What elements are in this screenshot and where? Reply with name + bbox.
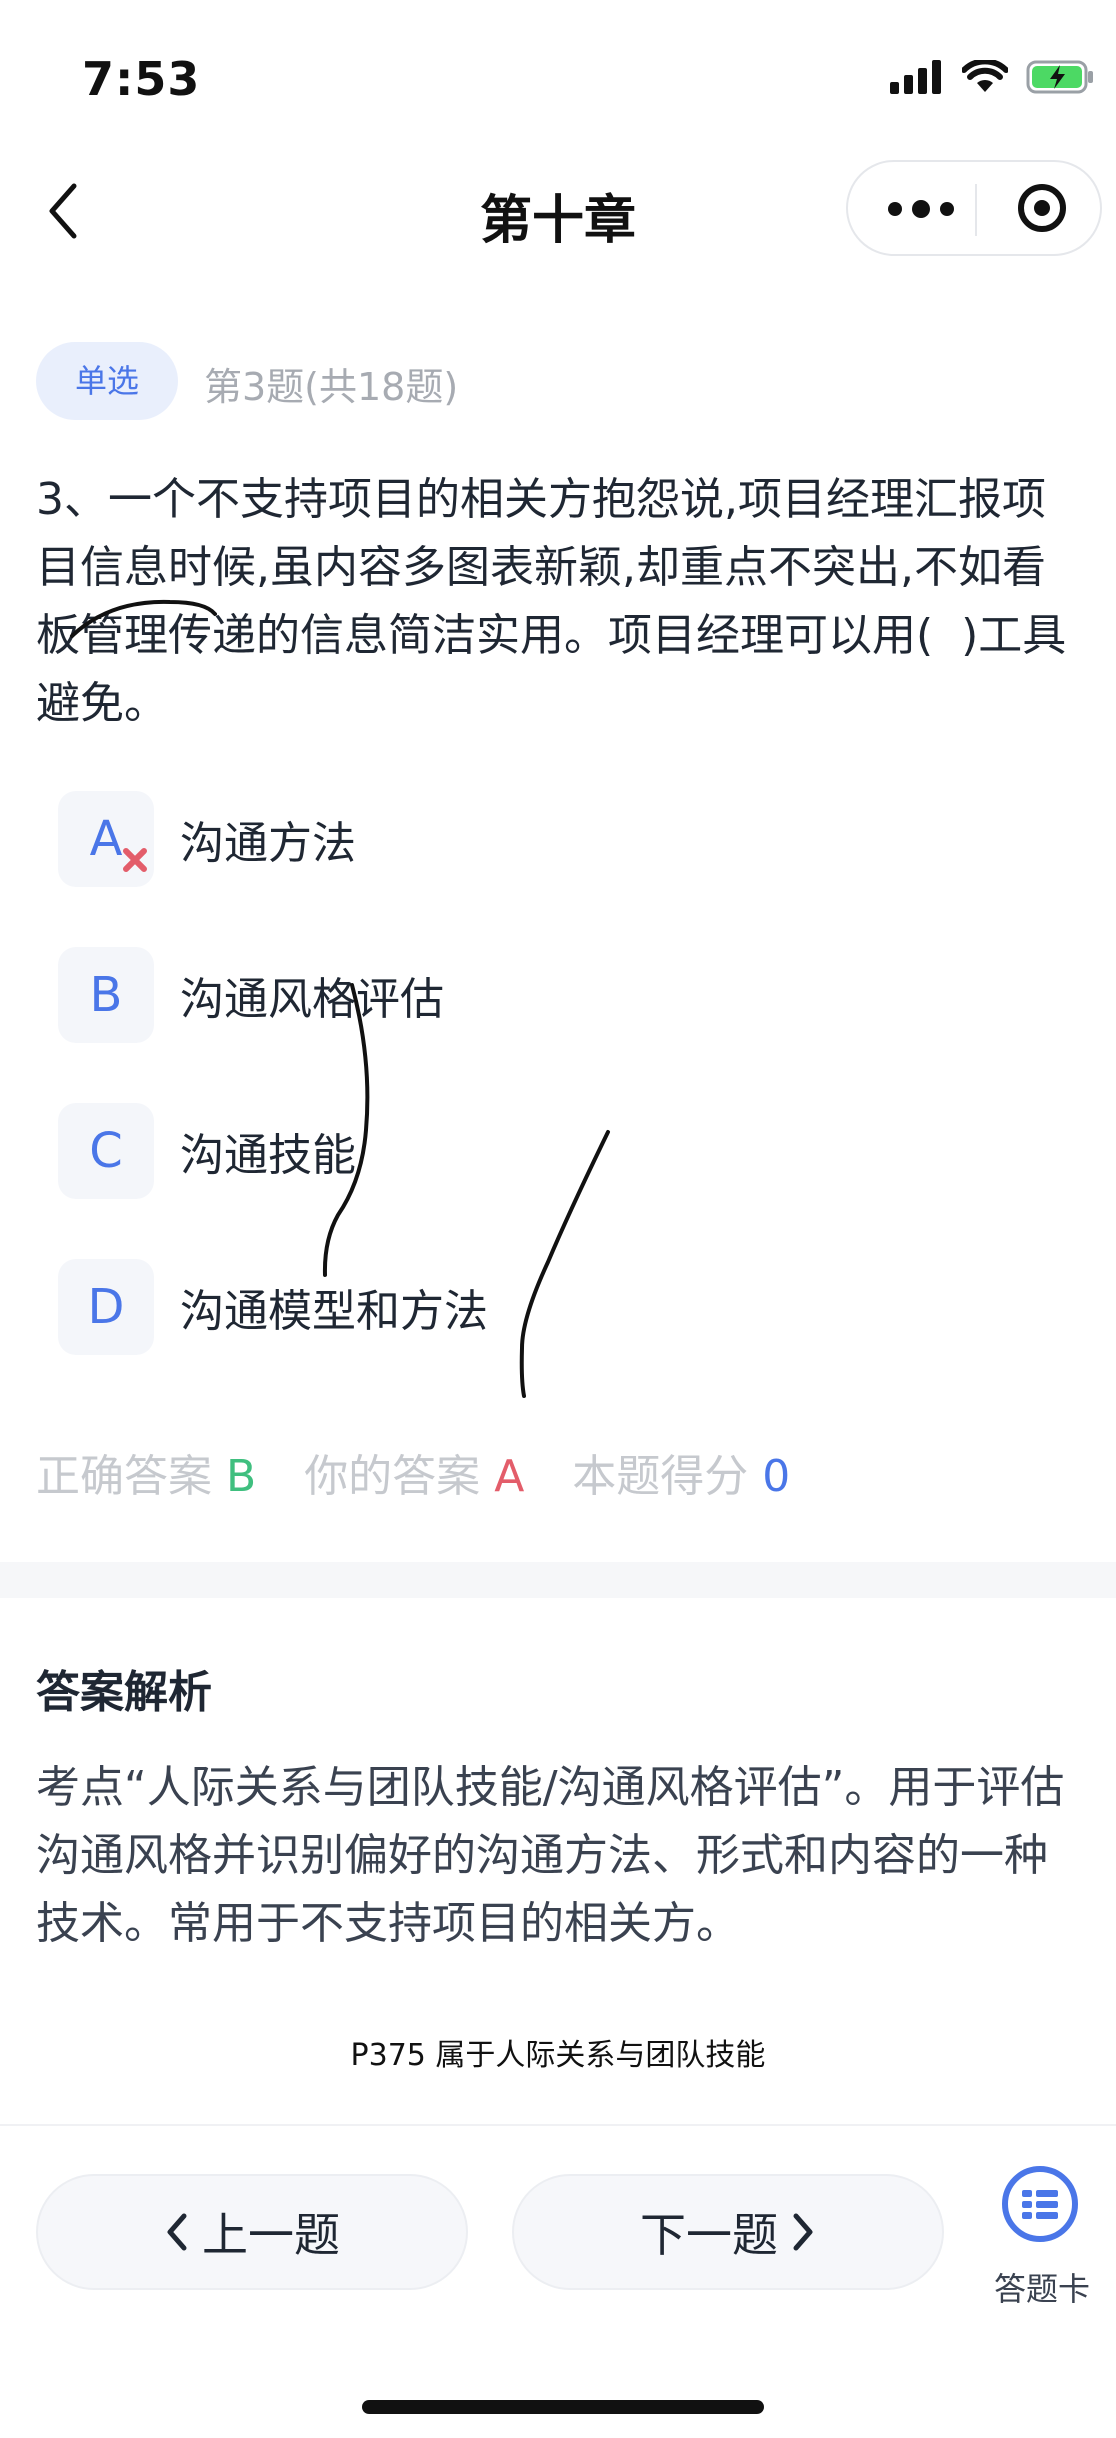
option-text: 沟通方法 <box>180 818 356 869</box>
question-type-tag: 单选 <box>36 342 178 420</box>
option-c[interactable]: C 沟通技能 <box>58 1102 958 1200</box>
more-dots-icon[interactable] <box>888 200 954 218</box>
option-b[interactable]: B 沟通风格评估 <box>58 946 958 1044</box>
home-indicator[interactable] <box>362 2400 764 2414</box>
option-text: 沟通风格评估 <box>180 974 444 1025</box>
next-question-button[interactable]: 下一题 <box>512 2174 944 2290</box>
option-letter-text: D <box>87 1279 125 1335</box>
option-d[interactable]: D 沟通模型和方法 <box>58 1258 958 1356</box>
analysis-text: 考点“人际关系与团队技能/沟通风格评估”。用于评估沟通风格并识别偏好的沟通方法、… <box>36 1762 1065 1949</box>
option-letter: C <box>58 1103 154 1199</box>
analysis-title: 答案解析 <box>36 1667 212 1718</box>
status-time: 7:53 <box>82 52 201 106</box>
option-text: 沟通技能 <box>180 1130 356 1181</box>
signal-icon <box>890 60 941 94</box>
target-icon[interactable] <box>1018 184 1066 232</box>
option-text: 沟通模型和方法 <box>180 1286 488 1337</box>
option-letter-text: C <box>89 1123 123 1179</box>
analysis-note: P375 属于人际关系与团队技能 <box>350 2038 766 2073</box>
chevron-left-icon <box>167 2213 187 2251</box>
chevron-right-icon <box>793 2213 813 2251</box>
option-a[interactable]: A 沟通方法 <box>58 790 958 888</box>
answer-summary: 正确答案 B 你的答案 A 本题得分 0 <box>36 1440 790 1504</box>
capsule-divider <box>975 184 977 236</box>
wrong-x-icon <box>123 848 147 872</box>
mini-program-capsule <box>846 160 1102 256</box>
previous-question-label: 上一题 <box>202 2208 340 2262</box>
option-letter-text: B <box>89 967 123 1023</box>
correct-answer-value: B <box>226 1451 257 1502</box>
question-text: 3、一个不支持项目的相关方抱怨说,项目经理汇报项目信息时候,虽内容多图表新颖,却… <box>36 474 1067 729</box>
score-value: 0 <box>762 1451 791 1502</box>
option-letter: B <box>58 947 154 1043</box>
section-divider <box>0 1562 1116 1598</box>
previous-question-button[interactable]: 上一题 <box>36 2174 468 2290</box>
option-letter: A <box>58 791 154 887</box>
answer-card-label[interactable]: 答题卡 <box>972 2264 1112 2310</box>
option-letter: D <box>58 1259 154 1355</box>
status-icons <box>890 60 1094 94</box>
wifi-icon <box>962 60 1008 92</box>
next-question-label: 下一题 <box>640 2208 778 2262</box>
your-answer-label: 你的答案 <box>304 1451 481 1502</box>
option-letter-text: A <box>89 811 123 867</box>
question-number: 第3题(共18题) <box>204 365 459 409</box>
score-label: 本题得分 <box>572 1451 749 1502</box>
correct-answer-label: 正确答案 <box>36 1451 212 1502</box>
battery-charging-icon <box>1026 60 1093 94</box>
your-answer-value: A <box>494 1451 525 1502</box>
answer-card-icon[interactable] <box>1002 2166 1078 2242</box>
